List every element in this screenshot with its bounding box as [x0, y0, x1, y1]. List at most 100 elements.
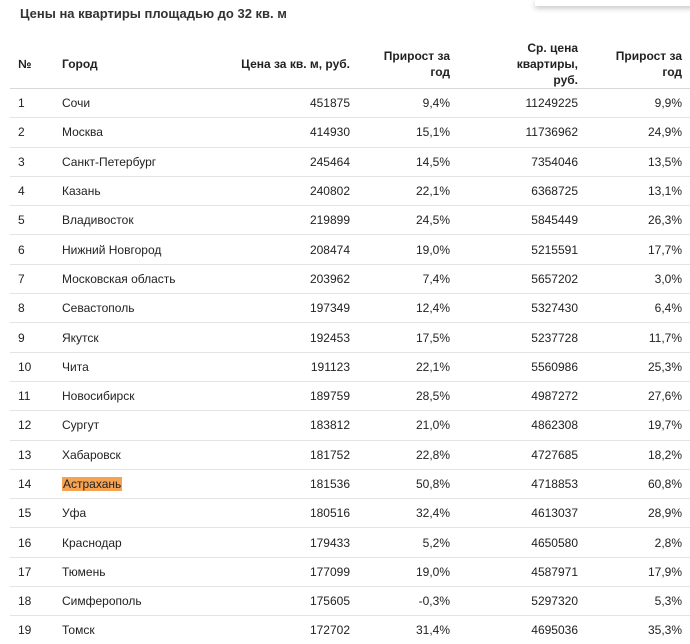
- highlighted-city: Астрахань: [62, 477, 123, 491]
- table-row: 19 Томск 172702 31,4% 4695036 35,3%: [10, 615, 690, 644]
- table-row: 1 Сочи 451875 9,4% 11249225 9,9%: [10, 88, 690, 119]
- cell-avg-price: 5327430: [458, 293, 586, 324]
- cell-city: Астрахань: [54, 469, 222, 500]
- cell-growth: 24,5%: [358, 205, 458, 236]
- cell-num: 1: [10, 88, 54, 119]
- cell-price: 203962: [222, 264, 358, 295]
- cell-growth: 19,0%: [358, 234, 458, 265]
- table-row: 18 Симферополь 175605 -0,3% 5297320 5,3%: [10, 586, 690, 617]
- cell-price: 179433: [222, 527, 358, 558]
- cell-price: 245464: [222, 147, 358, 177]
- cell-num: 15: [10, 498, 54, 529]
- table-row: 9 Якутск 192453 17,5% 5237728 11,7%: [10, 322, 690, 353]
- cell-num: 18: [10, 586, 54, 617]
- cell-price: 197349: [222, 293, 358, 324]
- header-growth-2: Прирост за год: [586, 40, 690, 89]
- cell-price: 181536: [222, 469, 358, 500]
- cell-price: 208474: [222, 234, 358, 265]
- cell-city: Краснодар: [54, 527, 222, 558]
- cell-growth-2: 13,1%: [586, 176, 690, 207]
- page-title: Цены на квартиры площадью до 32 кв. м: [20, 6, 287, 21]
- cell-growth-2: 27,6%: [586, 381, 690, 412]
- cell-num: 4: [10, 176, 54, 207]
- cell-growth: 14,5%: [358, 147, 458, 177]
- cell-growth-2: 2,8%: [586, 527, 690, 558]
- table-row: 5 Владивосток 219899 24,5% 5845449 26,3%: [10, 205, 690, 236]
- cell-city: Томск: [54, 615, 222, 644]
- cell-growth-2: 19,7%: [586, 410, 690, 441]
- cell-num: 2: [10, 117, 54, 148]
- cell-price: 240802: [222, 176, 358, 207]
- cell-city: Владивосток: [54, 205, 222, 236]
- header-avg-line1: Ср. цена квартиры,: [516, 41, 578, 71]
- cell-price: 180516: [222, 498, 358, 529]
- table-row: 14 Астрахань 181536 50,8% 4718853 60,8%: [10, 469, 690, 500]
- table-row: 10 Чита 191123 22,1% 5560986 25,3%: [10, 352, 690, 382]
- cell-growth-2: 17,9%: [586, 557, 690, 588]
- cell-growth-2: 60,8%: [586, 469, 690, 500]
- cell-price: 177099: [222, 557, 358, 588]
- cell-avg-price: 4727685: [458, 440, 586, 470]
- cell-growth: 28,5%: [358, 381, 458, 412]
- table-row: 17 Тюмень 177099 19,0% 4587971 17,9%: [10, 557, 690, 588]
- cell-growth: 7,4%: [358, 264, 458, 295]
- cell-avg-price: 11249225: [458, 88, 586, 119]
- cell-city: Симферополь: [54, 586, 222, 617]
- cell-growth-2: 11,7%: [586, 322, 690, 353]
- header-avg-line2: руб.: [553, 73, 578, 87]
- table-body: 1 Сочи 451875 9,4% 11249225 9,9% 2 Москва 414930…: [10, 88, 690, 644]
- cell-avg-price: 5657202: [458, 264, 586, 295]
- cell-num: 17: [10, 557, 54, 588]
- cell-avg-price: 5297320: [458, 586, 586, 617]
- cell-city: Хабаровск: [54, 440, 222, 470]
- cell-city: Сочи: [54, 88, 222, 119]
- cell-price: 192453: [222, 322, 358, 353]
- cell-avg-price: 5845449: [458, 205, 586, 236]
- cell-growth-2: 17,7%: [586, 234, 690, 265]
- cell-num: 19: [10, 615, 54, 644]
- cell-city: Сургут: [54, 410, 222, 441]
- cell-growth: 19,0%: [358, 557, 458, 588]
- cell-growth-2: 18,2%: [586, 440, 690, 470]
- cell-city: Тюмень: [54, 557, 222, 588]
- cell-avg-price: 4987272: [458, 381, 586, 412]
- cell-num: 13: [10, 440, 54, 470]
- cell-growth: 15,1%: [358, 117, 458, 148]
- cell-avg-price: 4718853: [458, 469, 586, 500]
- price-table: № Город Цена за кв. м, руб. Прирост за г…: [10, 40, 690, 644]
- table-row: 8 Севастополь 197349 12,4% 5327430 6,4%: [10, 293, 690, 324]
- cell-growth-2: 24,9%: [586, 117, 690, 148]
- cell-growth: -0,3%: [358, 586, 458, 617]
- table-row: 13 Хабаровск 181752 22,8% 4727685 18,2%: [10, 440, 690, 470]
- cell-num: 7: [10, 264, 54, 295]
- cell-growth-2: 25,3%: [586, 352, 690, 382]
- cell-city: Якутск: [54, 322, 222, 353]
- cell-num: 6: [10, 234, 54, 265]
- cell-avg-price: 7354046: [458, 147, 586, 177]
- cell-growth: 9,4%: [358, 88, 458, 119]
- cell-price: 219899: [222, 205, 358, 236]
- cell-growth-2: 9,9%: [586, 88, 690, 119]
- cell-growth: 31,4%: [358, 615, 458, 644]
- cell-growth: 17,5%: [358, 322, 458, 353]
- header-avg-price: Ср. цена квартиры, руб.: [458, 40, 586, 89]
- header-growth: Прирост за год: [358, 40, 458, 89]
- cell-city: Казань: [54, 176, 222, 207]
- table-row: 6 Нижний Новгород 208474 19,0% 5215591 17,7%: [10, 234, 690, 265]
- table-row: 12 Сургут 183812 21,0% 4862308 19,7%: [10, 410, 690, 441]
- cell-num: 5: [10, 205, 54, 236]
- cell-city: Санкт-Петербург: [54, 147, 222, 177]
- cell-city: Московская область: [54, 264, 222, 295]
- table-row: 11 Новосибирск 189759 28,5% 4987272 27,6%: [10, 381, 690, 412]
- cell-avg-price: 4695036: [458, 615, 586, 644]
- cell-growth: 50,8%: [358, 469, 458, 500]
- cell-growth-2: 5,3%: [586, 586, 690, 617]
- cell-growth: 21,0%: [358, 410, 458, 441]
- cell-city: Уфа: [54, 498, 222, 529]
- cell-city: Нижний Новгород: [54, 234, 222, 265]
- cell-num: 8: [10, 293, 54, 324]
- cell-growth-2: 3,0%: [586, 264, 690, 295]
- cell-growth-2: 26,3%: [586, 205, 690, 236]
- cell-growth: 22,8%: [358, 440, 458, 470]
- cell-city: Новосибирск: [54, 381, 222, 412]
